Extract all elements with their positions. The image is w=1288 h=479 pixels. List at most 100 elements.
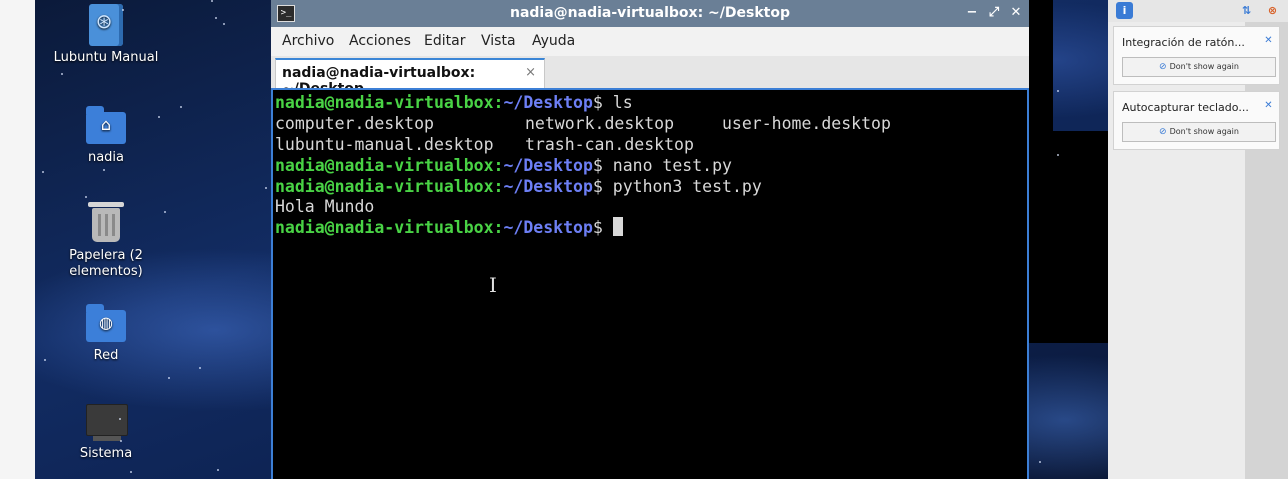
terminal-line-current-prompt: nadia@nadia-virtualbox:~/Desktop$ — [275, 217, 623, 238]
prompt-path: ~/Desktop — [503, 177, 593, 196]
terminal-ls-output-line: user-home.desktop — [722, 113, 891, 134]
ls-entry: lubuntu-manual.desktop — [275, 135, 494, 154]
tab-terminal[interactable]: nadia@nadia-virtualbox: ~/Desktop × — [275, 58, 545, 97]
ls-entry: user-home.desktop — [722, 114, 891, 133]
ls-entry: network.desktop — [525, 114, 675, 133]
prompt-path: ~/Desktop — [503, 218, 593, 237]
home-folder-icon: ⌂ — [85, 104, 127, 146]
desktop-icon-label: Lubuntu Manual — [53, 50, 159, 65]
star — [1057, 154, 1059, 156]
prompt-user: nadia@nadia-virtualbox: — [275, 156, 504, 175]
menu-editar[interactable]: Editar — [424, 33, 465, 49]
dont-show-again-button[interactable]: ⊘ Don't show again — [1122, 57, 1276, 77]
star — [1039, 461, 1041, 463]
text-cursor — [612, 217, 623, 236]
star — [168, 377, 170, 379]
command-text: ls — [612, 93, 633, 112]
ls-entry: computer.desktop — [275, 114, 434, 133]
notification-title: Autocapturar teclado... — [1122, 101, 1249, 114]
command-text: python3 test.py — [612, 177, 762, 196]
button-label: Don't show again — [1169, 127, 1239, 136]
terminal-line-cmd-ls: nadia@nadia-virtualbox:~/Desktop$ ls — [275, 92, 633, 113]
computer-icon — [85, 400, 128, 442]
desktop-icon-home[interactable]: ⌂ nadia — [51, 104, 161, 166]
prompt-path: ~/Desktop — [503, 156, 593, 175]
star — [120, 440, 122, 442]
close-button[interactable]: ✕ — [1007, 4, 1025, 22]
tab-bar: nadia@nadia-virtualbox: ~/Desktop × — [271, 56, 1029, 97]
terminal-window[interactable]: >_ nadia@nadia-virtualbox: ~/Desktop − ⤢… — [271, 0, 1029, 479]
prompt-user: nadia@nadia-virtualbox: — [275, 93, 504, 112]
button-label: Don't show again — [1169, 62, 1239, 71]
star — [217, 469, 219, 471]
panel-toolbar: i ⇅ ⊗ — [1108, 0, 1288, 22]
dont-show-icon: ⊘ — [1159, 127, 1167, 137]
star — [103, 169, 105, 171]
virtualbox-notification-panel: i ⇅ ⊗ Integración de ratón... ✕ ⊘ Don't s… — [1108, 0, 1288, 479]
host-left-strip — [0, 0, 36, 479]
terminal-line-cmd-python: nadia@nadia-virtualbox:~/Desktop$ python… — [275, 176, 762, 197]
maximize-button[interactable]: ⤢ — [985, 4, 1003, 22]
star — [215, 17, 217, 19]
desktop-icon-network[interactable]: ◍ Red — [51, 302, 161, 364]
ibeam-cursor-icon: I — [489, 273, 497, 297]
notification-title: Integración de ratón... — [1122, 36, 1245, 49]
window-title: nadia@nadia-virtualbox: ~/Desktop — [510, 5, 790, 21]
star — [265, 187, 267, 189]
desktop-dark-patch-2 — [1029, 131, 1108, 343]
clear-icon[interactable]: ⊗ — [1264, 2, 1281, 19]
desktop-icon-label: Sistema — [79, 446, 133, 461]
info-icon[interactable]: i — [1116, 2, 1133, 19]
notification-close-icon[interactable]: ✕ — [1263, 100, 1274, 111]
star — [122, 9, 124, 11]
menu-acciones[interactable]: Acciones — [349, 33, 411, 49]
network-folder-icon: ◍ — [85, 302, 127, 344]
tab-close-icon[interactable]: × — [525, 65, 536, 80]
command-text: nano test.py — [612, 156, 732, 175]
desktop-icon-label: nadia — [87, 150, 125, 165]
prompt-sign: $ — [592, 156, 613, 175]
prompt-sign: $ — [592, 177, 613, 196]
star — [61, 73, 63, 75]
trash-icon — [85, 202, 127, 244]
window-titlebar[interactable]: >_ nadia@nadia-virtualbox: ~/Desktop − ⤢… — [271, 0, 1029, 27]
star — [199, 367, 201, 369]
notification-keyboard-capture: Autocapturar teclado... ✕ ⊘ Don't show ag… — [1113, 91, 1280, 150]
dont-show-again-button[interactable]: ⊘ Don't show again — [1122, 122, 1276, 142]
desktop-icon-label: Red — [93, 348, 119, 363]
star — [211, 0, 213, 2]
terminal-ls-output-line: computer.desktop — [275, 113, 434, 134]
menu-bar: Archivo Acciones Editar Vista Ayuda — [271, 27, 1029, 57]
desktop-icon-lubuntu-manual[interactable]: ⊛ Lubuntu Manual — [51, 4, 161, 66]
desktop-icon-computer[interactable]: Sistema — [51, 400, 161, 462]
prompt-sign: $ — [592, 93, 613, 112]
terminal-program-output: Hola Mundo — [275, 197, 375, 216]
desktop-icon-trash[interactable]: Papelera (2 elementos) — [51, 202, 161, 280]
book-icon: ⊛ — [85, 4, 127, 46]
star — [85, 196, 87, 198]
menu-ayuda[interactable]: Ayuda — [532, 33, 575, 49]
prompt-sign: $ — [592, 218, 613, 237]
star — [44, 359, 46, 361]
star — [164, 211, 166, 213]
menu-vista[interactable]: Vista — [481, 33, 516, 49]
prompt-user: nadia@nadia-virtualbox: — [275, 218, 504, 237]
star — [223, 23, 225, 25]
terminal-ls-output-line: network.desktop — [525, 113, 674, 134]
menu-archivo[interactable]: Archivo — [282, 33, 334, 49]
terminal-area[interactable]: nadia@nadia-virtualbox:~/Desktop$ ls com… — [271, 88, 1029, 479]
notification-close-icon[interactable]: ✕ — [1263, 35, 1274, 46]
star — [130, 471, 132, 473]
terminal-ls-output-line: trash-can.desktop — [525, 134, 694, 155]
ls-entry: trash-can.desktop — [525, 135, 694, 154]
prompt-user: nadia@nadia-virtualbox: — [275, 177, 504, 196]
desktop-icon-label: Papelera (2 elementos) — [69, 248, 143, 279]
sort-icon[interactable]: ⇅ — [1238, 2, 1255, 19]
minimize-button[interactable]: − — [963, 4, 981, 22]
terminal-ls-output-line: lubuntu-manual.desktop — [275, 134, 494, 155]
prompt-path: ~/Desktop — [503, 93, 593, 112]
star — [42, 171, 44, 173]
notification-mouse-integration: Integración de ratón... ✕ ⊘ Don't show ag… — [1113, 26, 1280, 85]
star — [158, 116, 160, 118]
dont-show-icon: ⊘ — [1159, 62, 1167, 72]
